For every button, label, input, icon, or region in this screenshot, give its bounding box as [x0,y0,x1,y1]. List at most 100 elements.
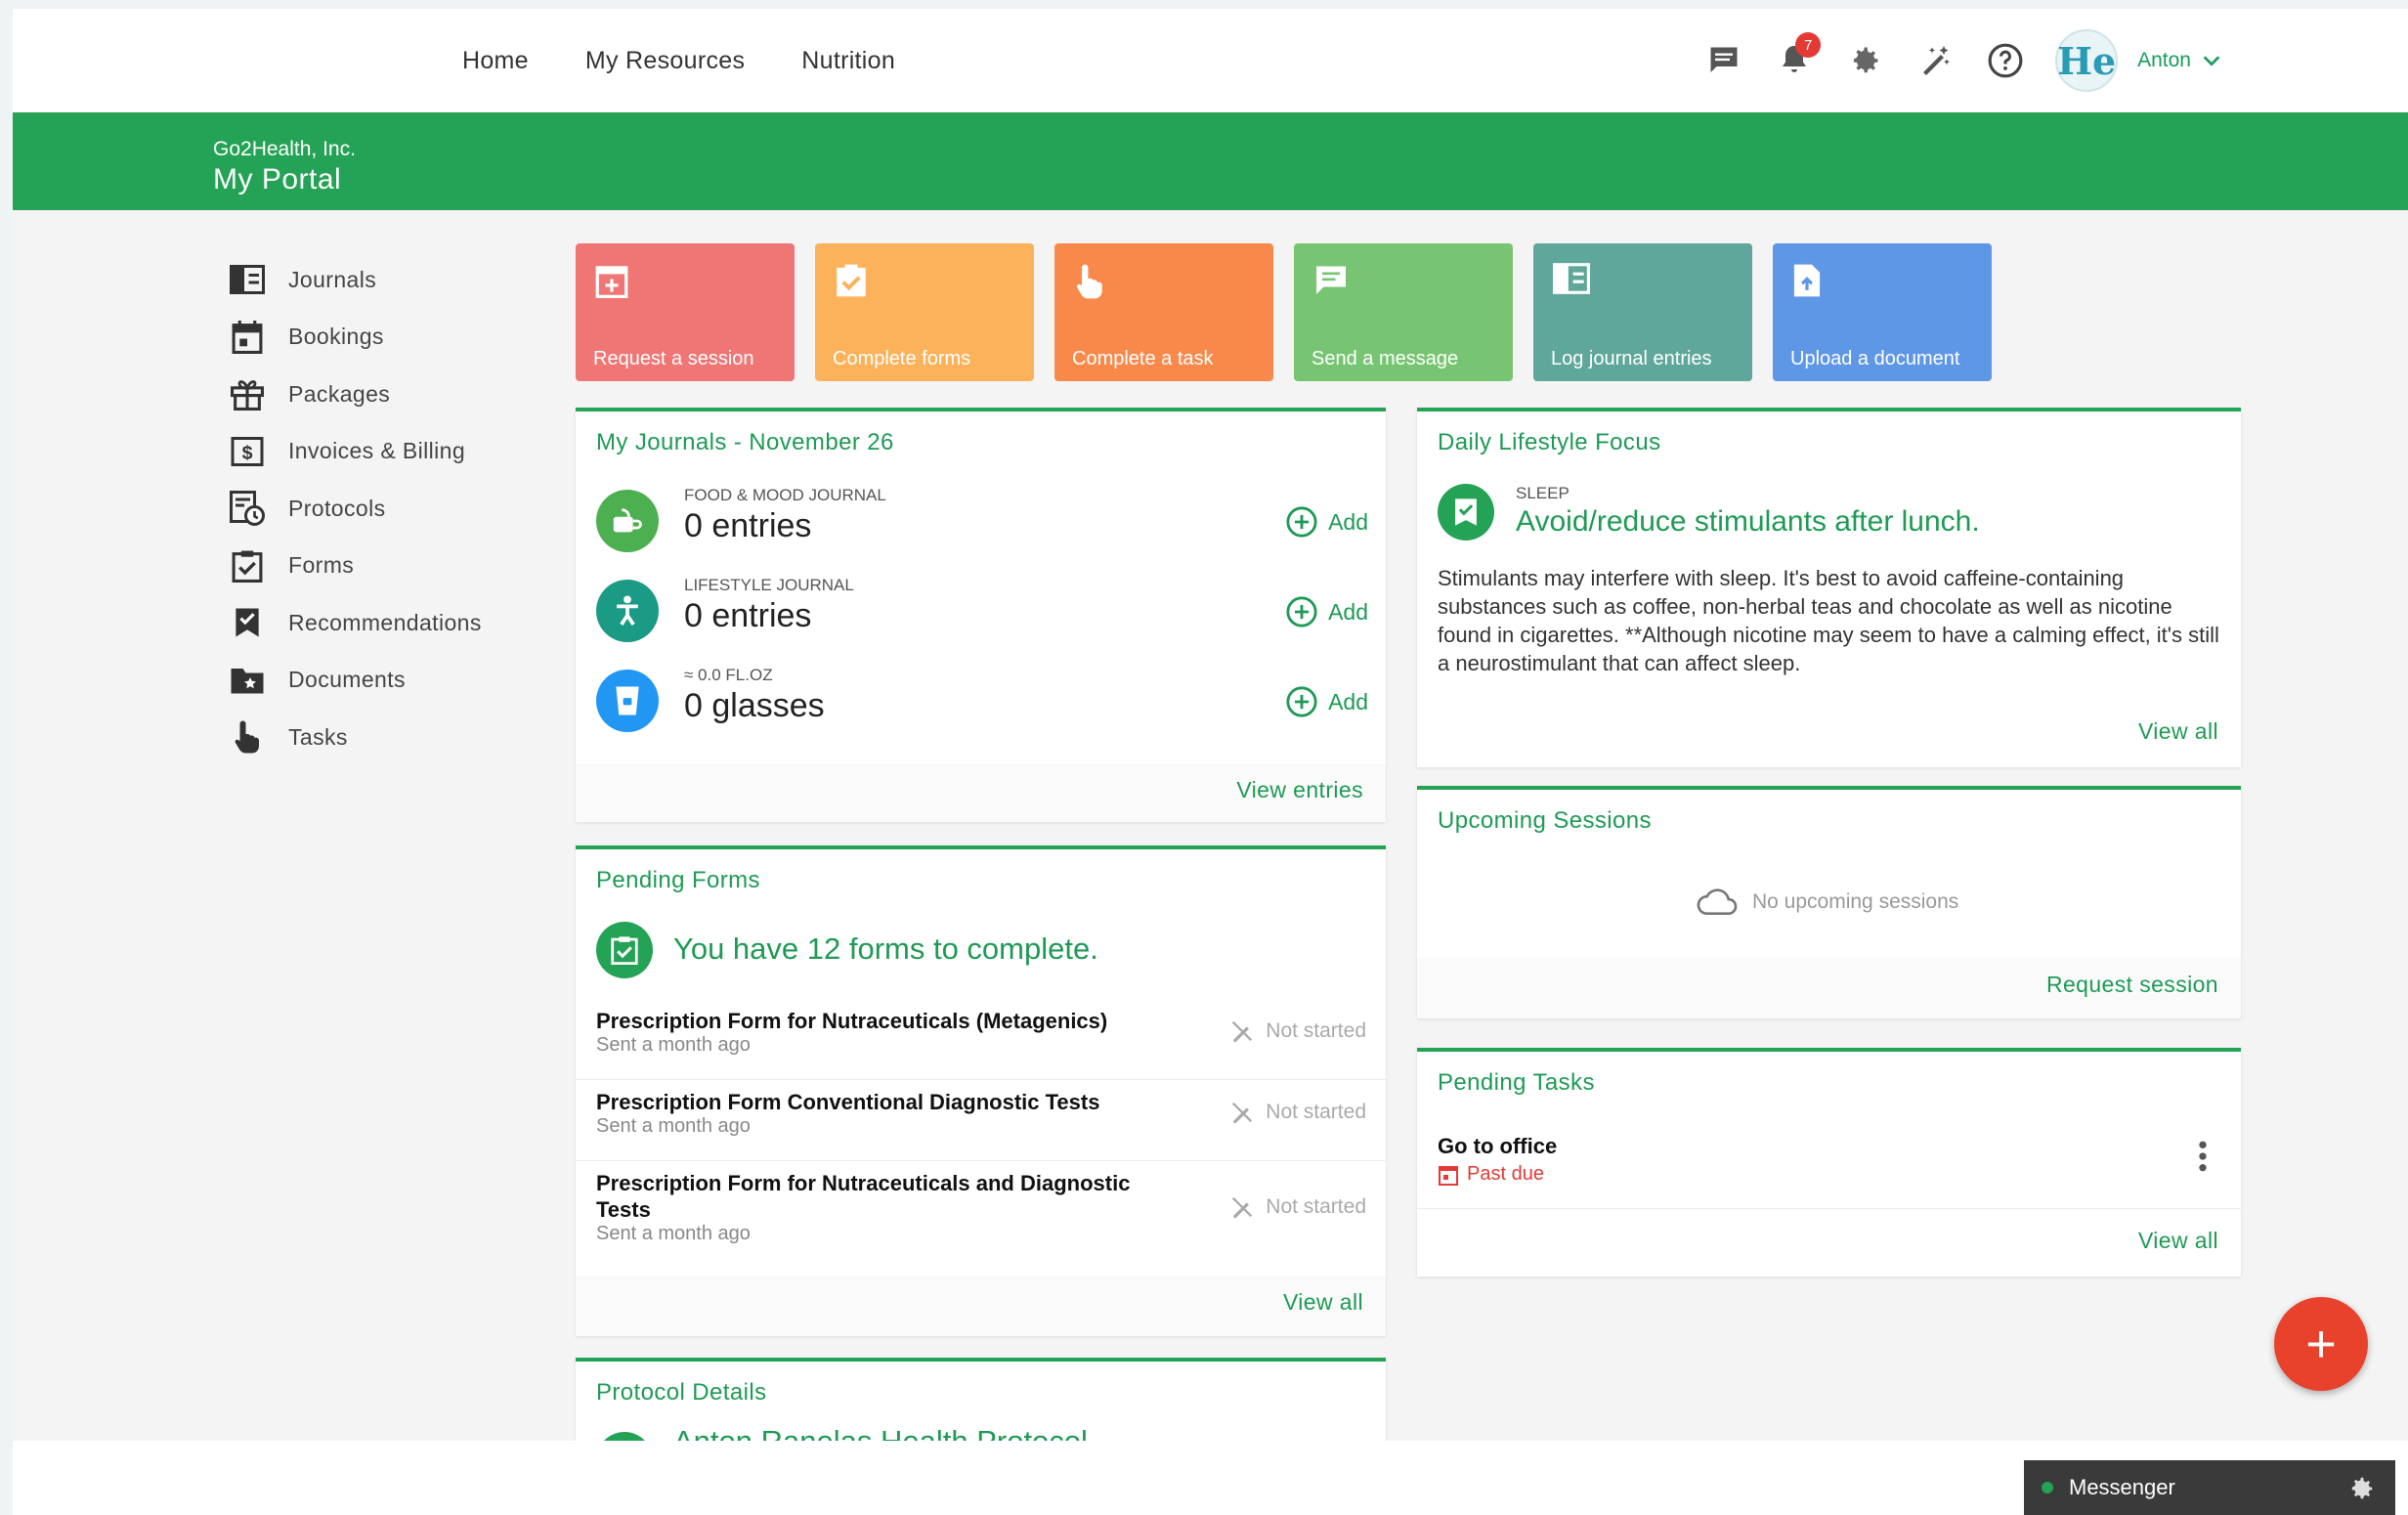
add-water-entry-button[interactable]: Add [1285,685,1368,718]
notifications-bell-icon[interactable]: 7 [1774,32,1822,81]
user-name: Anton [2137,49,2191,71]
chevron-down-icon [2203,56,2220,66]
protocol-title: Protocol Details [596,1379,767,1406]
hand-pointer-icon [228,717,267,757]
settings-gear-icon[interactable] [1844,40,1885,81]
request-session-link[interactable]: Request session [2046,972,2218,998]
view-all-tasks-link[interactable]: View all [2138,1228,2218,1254]
view-all-forms-link[interactable]: View all [1283,1289,1363,1316]
form-sent-time: Sent a month ago [596,1223,751,1244]
nav-home[interactable]: Home [462,47,529,75]
tile-log-journal[interactable]: Log journal entries [1533,243,1752,381]
sleep-badge-icon [1438,484,1494,541]
view-entries-link[interactable]: View entries [1236,777,1363,803]
tile-label: Log journal entries [1551,348,1712,369]
journal-row-food-mood: FOOD & MOOD JOURNAL 0 entries Add [596,486,1368,564]
journal-icon [228,260,267,299]
messenger-bar[interactable]: Messenger [2024,1460,2395,1515]
add-label: Add [1328,508,1368,535]
journal-value: 0 entries [684,597,812,634]
user-avatar[interactable]: He [2055,29,2119,92]
tile-label: Complete forms [833,348,971,369]
messages-icon[interactable] [1703,40,1744,81]
sidebar-item-journals[interactable]: Journals [228,251,550,309]
not-started-icon [1232,1102,1253,1124]
clipboard-check-icon [596,922,653,978]
journal-caption: ≈ 0.0 FL.OZ [684,666,773,684]
help-icon[interactable] [1985,40,2026,81]
plus-circle-icon [1286,686,1317,717]
sidebar-item-invoices-billing[interactable]: $ Invoices & Billing [228,423,550,481]
bookmark-check-icon [228,603,267,642]
tile-label: Request a session [593,348,754,369]
tile-label: Complete a task [1072,348,1214,369]
sidebar-item-protocols[interactable]: Protocols [228,480,550,538]
tile-complete-forms[interactable]: Complete forms [815,243,1034,381]
journal-caption: FOOD & MOOD JOURNAL [684,486,886,504]
dollar-icon: $ [228,432,267,471]
form-row[interactable]: Prescription Form for Nutraceuticals (Me… [576,1008,1386,1057]
food-icon [596,490,659,552]
divider [576,1160,1386,1161]
clipboard-check-icon [228,546,267,585]
sidebar-item-label: Forms [288,552,355,579]
add-food-entry-button[interactable]: Add [1285,505,1368,539]
clipboard-check-icon [835,263,868,303]
form-status: Not started [1228,1193,1366,1221]
nav-nutrition[interactable]: Nutrition [801,47,895,75]
person-icon [596,580,659,642]
form-status: Not started [1228,1099,1366,1126]
sidebar: Journals Bookings Packages $ Invoices & … [228,251,550,766]
sidebar-item-label: Invoices & Billing [288,438,466,464]
hand-pointer-icon [1074,263,1105,305]
tile-label: Upload a document [1790,348,1960,369]
tile-complete-task[interactable]: Complete a task [1054,243,1273,381]
add-lifestyle-entry-button[interactable]: Add [1285,595,1368,628]
chat-icon [1313,263,1349,301]
magic-wand-icon[interactable] [1914,40,1956,81]
page-title: My Portal [213,163,342,195]
sidebar-item-bookings[interactable]: Bookings [228,309,550,367]
calendar-icon [228,318,267,357]
sidebar-item-forms[interactable]: Forms [228,538,550,595]
tile-request-session[interactable]: Request a session [576,243,795,381]
empty-state-text: No upcoming sessions [1752,890,1959,913]
file-upload-icon [1792,263,1822,303]
calendar-alert-icon [1439,1165,1458,1186]
pending-tasks-card: Pending Tasks Go to office Past due View… [1417,1048,2241,1277]
journal-row-lifestyle: LIFESTYLE JOURNAL 0 entries Add [596,576,1368,654]
sidebar-item-label: Protocols [288,495,386,521]
tasks-title: Pending Tasks [1438,1069,1595,1096]
add-fab-button[interactable]: + [2274,1297,2368,1391]
protocol-icon [228,489,267,528]
sidebar-item-packages[interactable]: Packages [228,366,550,423]
nav-my-resources[interactable]: My Resources [585,47,745,75]
form-row[interactable]: Prescription Form for Nutraceuticals and… [576,1170,1386,1245]
quick-actions: Request a session Complete forms Complet… [576,243,1992,381]
sidebar-item-tasks[interactable]: Tasks [228,709,550,766]
tile-upload-document[interactable]: Upload a document [1773,243,1992,381]
svg-text:$: $ [242,442,253,463]
view-all-lifestyle-link[interactable]: View all [2138,718,2218,745]
user-menu[interactable]: Anton [2137,49,2222,72]
forms-summary: You have 12 forms to complete. [673,931,1098,966]
tile-label: Send a message [1312,348,1459,369]
messenger-settings-icon[interactable] [2346,1474,2376,1509]
cloud-icon [1697,888,1738,916]
form-name: Prescription Form for Nutraceuticals and… [596,1171,1131,1222]
organization-name: Go2Health, Inc. [213,138,356,160]
journal-value: 0 entries [684,507,812,544]
status-text: Not started [1266,1101,1366,1123]
more-vertical-icon[interactable] [2198,1140,2208,1178]
add-label: Add [1328,598,1368,625]
sidebar-item-label: Packages [288,380,391,407]
sidebar-item-label: Tasks [288,723,348,750]
tile-send-message[interactable]: Send a message [1294,243,1513,381]
pending-forms-title: Pending Forms [596,867,760,893]
form-row[interactable]: Prescription Form Conventional Diagnosti… [576,1089,1386,1138]
pending-forms-card: Pending Forms You have 12 forms to compl… [576,845,1386,1336]
sidebar-item-recommendations[interactable]: Recommendations [228,594,550,652]
lifestyle-focus-card: Daily Lifestyle Focus SLEEP Avoid/reduce… [1417,408,2241,767]
task-row[interactable]: Go to office Past due [1438,1134,1557,1186]
sidebar-item-documents[interactable]: Documents [228,652,550,710]
